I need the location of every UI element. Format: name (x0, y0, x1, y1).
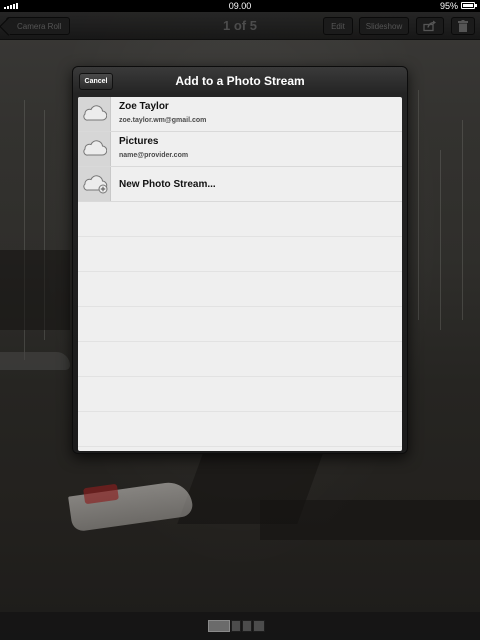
stream-name: Zoe Taylor (119, 101, 169, 112)
cloud-icon (83, 105, 107, 121)
thumbnail[interactable] (242, 620, 252, 632)
stream-row-pictures[interactable]: Pictures name@provider.com (78, 132, 402, 167)
stream-thumbnail (78, 132, 111, 166)
share-icon (423, 20, 436, 32)
status-time: 09.00 (228, 1, 252, 11)
popover-title: Add to a Photo Stream (175, 74, 305, 88)
battery-icon (461, 2, 477, 9)
photo-stream-list: Zoe Taylor zoe.taylor.wm@gmail.com Pictu… (78, 97, 402, 451)
share-button[interactable] (416, 17, 444, 35)
trash-icon (458, 20, 468, 32)
new-photo-stream-row[interactable]: New Photo Stream... (78, 167, 402, 202)
stream-email: zoe.taylor.wm@gmail.com (119, 117, 207, 124)
stream-thumbnail (78, 97, 111, 131)
cloud-icon (83, 140, 107, 156)
add-to-photo-stream-popover: Add to a Photo Stream Cancel Zoe Taylor … (72, 66, 408, 454)
cancel-button[interactable]: Cancel (79, 73, 113, 90)
stream-email: name@provider.com (119, 152, 189, 159)
edit-button[interactable]: Edit (323, 17, 353, 35)
stream-name: Pictures (119, 136, 159, 147)
thumbnail[interactable] (253, 620, 265, 632)
thumbnail-scrubber[interactable] (0, 612, 480, 640)
status-bar: 09.00 95% (0, 0, 480, 12)
stream-row-zoe-taylor[interactable]: Zoe Taylor zoe.taylor.wm@gmail.com (78, 97, 402, 132)
thumbnail-current[interactable] (208, 620, 230, 632)
slideshow-button[interactable]: Slideshow (359, 17, 409, 35)
battery-percentage: 95% (439, 1, 458, 11)
cloud-add-icon (83, 175, 108, 194)
thumbnail[interactable] (231, 620, 241, 632)
photo-nav-bar: Camera Roll 1 of 5 Edit Slideshow (0, 12, 480, 40)
stream-thumbnail (78, 167, 111, 201)
delete-button[interactable] (451, 17, 475, 35)
new-photo-stream-label: New Photo Stream... (119, 179, 216, 190)
